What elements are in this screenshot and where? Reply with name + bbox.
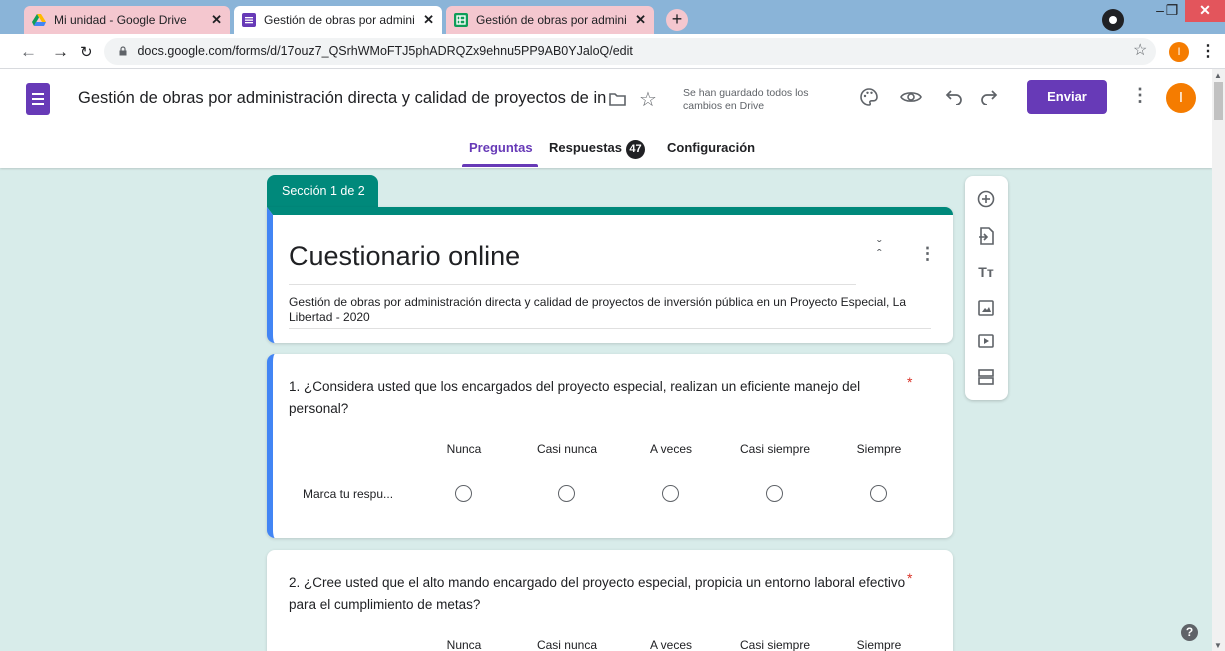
restore-icon[interactable]: ❐ (1159, 0, 1185, 22)
bookmark-star-icon[interactable]: ☆ (1133, 40, 1147, 60)
send-button[interactable]: Enviar (1027, 80, 1107, 114)
address-bar[interactable]: docs.google.com/forms/d/17ouz7_QSrhWMoFT… (104, 38, 1156, 65)
reload-icon[interactable]: ↻ (80, 43, 93, 61)
radio-option[interactable] (455, 485, 472, 502)
palette-icon[interactable] (856, 84, 882, 110)
tab-google-drive[interactable]: Mi unidad - Google Drive ✕ (24, 6, 230, 34)
google-forms-icon (242, 13, 256, 27)
redo-icon[interactable] (976, 84, 1002, 110)
column-label: Nunca (446, 442, 482, 456)
form-header-card[interactable]: Cuestionario online ˇˆ ⋮ Gestión de obra… (267, 207, 953, 343)
column-label: Siempre (856, 638, 902, 651)
star-icon[interactable]: ☆ (639, 87, 657, 112)
close-window-icon[interactable]: ✕ (1185, 0, 1225, 22)
column-label: Nunca (446, 638, 482, 651)
close-tab-icon[interactable]: ✕ (635, 12, 646, 28)
add-image-icon[interactable] (976, 298, 996, 318)
question-title: 1. ¿Considera usted que los encargados d… (289, 379, 861, 416)
tab-label: Mi unidad - Google Drive (54, 13, 187, 27)
undo-icon[interactable] (941, 84, 967, 110)
scrollbar-thumb[interactable] (1214, 82, 1223, 120)
required-mark: * (907, 374, 913, 390)
preview-eye-icon[interactable] (898, 84, 924, 110)
browser-toolbar: ← → ↻ docs.google.com/forms/d/17ouz7_QSr… (0, 34, 1225, 69)
page-scrollbar[interactable]: ▲ ▼ (1212, 69, 1225, 651)
scroll-up-icon[interactable]: ▲ (1214, 71, 1222, 80)
save-status: Se han guardado todos los cambios en Dri… (683, 87, 809, 112)
question-title: 2. ¿Cree usted que el alto mando encarga… (289, 575, 906, 612)
back-icon[interactable]: ← (20, 42, 37, 62)
document-title[interactable]: Gestión de obras por administración dire… (78, 89, 606, 108)
description-divider (289, 328, 931, 329)
new-tab-button[interactable]: + (666, 9, 688, 31)
row-label: Marca tu respu... (303, 487, 394, 501)
lock-icon (119, 46, 127, 56)
browser-tab-strip: Mi unidad - Google Drive ✕ Gestión de ob… (0, 0, 1225, 34)
active-tab-indicator (462, 164, 538, 167)
form-title[interactable]: Cuestionario online (289, 241, 520, 272)
column-label: Casi siempre (739, 638, 811, 651)
tab-forms-editor[interactable]: Gestión de obras por administrac ✕ (234, 6, 442, 34)
required-mark: * (907, 570, 913, 586)
more-options-icon[interactable]: ⋮ (1131, 85, 1149, 106)
tab-label: Gestión de obras por administrac (476, 13, 627, 27)
tab-respuestas[interactable]: Respuestas 47 (549, 140, 645, 159)
tab-label: Gestión de obras por administrac (264, 13, 415, 27)
url-text: docs.google.com/forms/d/17ouz7_QSrhWMoFT… (137, 44, 633, 58)
forward-icon[interactable]: → (52, 42, 69, 62)
radio-option[interactable] (870, 485, 887, 502)
add-title-icon[interactable]: Tт (976, 262, 996, 282)
radio-option[interactable] (766, 485, 783, 502)
column-label: A veces (649, 638, 693, 651)
section-more-icon[interactable]: ⋮ (919, 244, 936, 264)
column-label: A veces (649, 442, 693, 456)
account-avatar[interactable]: I (1166, 83, 1196, 113)
import-questions-icon[interactable] (976, 226, 996, 246)
form-description[interactable]: Gestión de obras por administración dire… (289, 295, 939, 325)
tab-sheets[interactable]: Gestión de obras por administrac ✕ (446, 6, 654, 34)
add-section-icon[interactable] (976, 367, 996, 387)
forms-header: Gestión de obras por administración dire… (0, 69, 1212, 168)
forms-logo-icon[interactable] (26, 83, 50, 115)
column-label: Casi nunca (536, 442, 598, 456)
add-video-icon[interactable] (976, 331, 996, 351)
browser-menu-icon[interactable]: ⋮ (1200, 41, 1216, 61)
title-divider (289, 284, 856, 285)
tab-respuestas-label: Respuestas (549, 140, 622, 155)
close-tab-icon[interactable]: ✕ (211, 12, 222, 28)
section-label: Sección 1 de 2 (267, 175, 378, 207)
google-drive-icon (32, 13, 46, 27)
google-sheets-icon (454, 13, 468, 27)
column-label: Siempre (856, 442, 902, 456)
add-question-icon[interactable] (976, 189, 996, 209)
question-card[interactable]: 2. ¿Cree usted que el alto mando encarga… (267, 550, 953, 651)
responses-count-badge: 47 (625, 140, 645, 159)
radio-option[interactable] (558, 485, 575, 502)
scroll-down-icon[interactable]: ▼ (1214, 641, 1222, 650)
help-icon[interactable]: ? (1181, 624, 1198, 641)
question-card[interactable]: 1. ¿Considera usted que los encargados d… (267, 354, 953, 538)
browser-profile-icon[interactable] (1102, 9, 1124, 31)
close-tab-icon[interactable]: ✕ (423, 12, 434, 28)
radio-option[interactable] (662, 485, 679, 502)
column-label: Casi siempre (739, 442, 811, 456)
tab-configuracion[interactable]: Configuración (667, 140, 755, 155)
folder-icon[interactable] (609, 92, 626, 106)
question-toolbar: Tт (965, 176, 1008, 400)
column-label: Casi nunca (536, 638, 598, 651)
browser-avatar[interactable]: I (1169, 42, 1189, 62)
collapse-section-icon[interactable]: ˇˆ (877, 238, 882, 261)
tab-preguntas[interactable]: Preguntas (469, 140, 533, 155)
